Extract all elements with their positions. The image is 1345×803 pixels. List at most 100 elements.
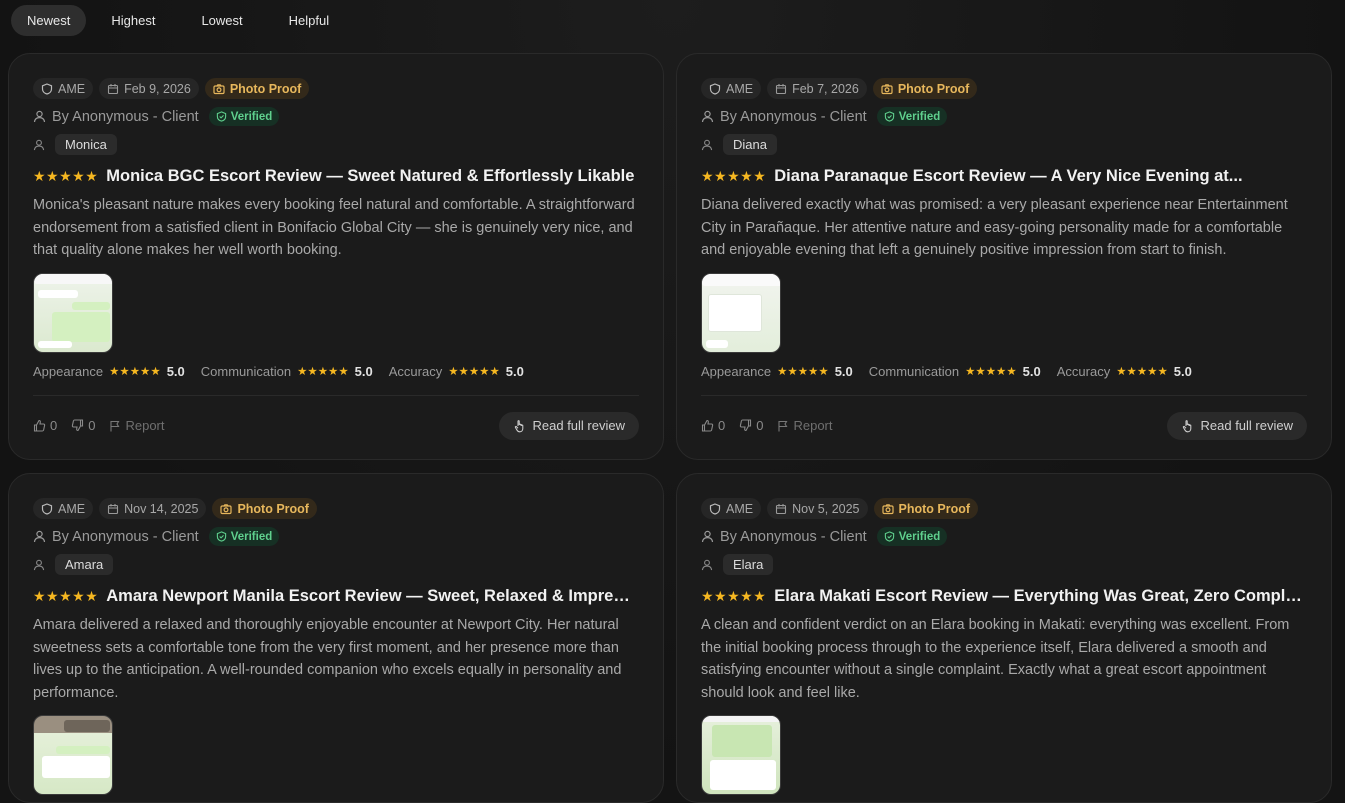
rating-value: 5.0: [1022, 363, 1041, 379]
review-date: Feb 7, 2026: [792, 81, 859, 96]
like-count: 0: [718, 418, 726, 434]
agency-label: AME: [58, 501, 86, 516]
date-chip: Feb 9, 2026: [99, 78, 199, 99]
vote-group: 0 0 Report: [33, 418, 165, 433]
like-button[interactable]: 0: [701, 418, 725, 433]
read-full-review-button[interactable]: Read full review: [498, 411, 639, 440]
verified-label: Verified: [898, 530, 941, 543]
rating-label: Communication: [200, 363, 292, 379]
dislike-button[interactable]: 0: [739, 418, 763, 433]
photo-proof-badge: Photo Proof: [204, 78, 310, 99]
agency-chip: AME: [701, 78, 762, 99]
shield-icon: [41, 82, 53, 95]
thumbs-up-icon: [33, 420, 46, 432]
date-chip: Nov 5, 2025: [767, 498, 868, 519]
proof-thumbnail[interactable]: [33, 272, 113, 353]
title-row: ★★★★★ Monica BGC Escort Review — Sweet N…: [33, 164, 639, 188]
flag-icon: [778, 420, 788, 432]
shield-icon: [709, 82, 721, 95]
rating-label: Accuracy: [1056, 363, 1111, 379]
escort-row: Monica: [33, 134, 639, 155]
review-title[interactable]: Elara Makati Escort Review — Everything …: [774, 587, 1307, 606]
rating-value: 5.0: [834, 363, 853, 379]
rating-accuracy: Accuracy ★★★★★ 5.0: [1057, 364, 1192, 379]
overall-stars: ★★★★★: [701, 587, 767, 604]
user-icon: [33, 110, 46, 123]
sort-tab-lowest[interactable]: Lowest: [180, 5, 263, 36]
dislike-count: 0: [756, 418, 764, 434]
author-row: By Anonymous - Client Verified: [33, 526, 639, 547]
thumbs-up-icon: [701, 420, 714, 432]
category-ratings: Appearance ★★★★★ 5.0 Communication ★★★★★…: [33, 363, 639, 380]
author-row: By Anonymous - Client Verified: [33, 106, 639, 127]
photo-proof-badge: Photo Proof: [873, 498, 979, 519]
rating-stars: ★★★★★: [1116, 366, 1168, 379]
review-body: Monica's pleasant nature makes every boo…: [33, 197, 635, 259]
overall-stars: ★★★★★: [701, 167, 767, 184]
photo-proof-badge: Photo Proof: [212, 498, 317, 519]
user-icon: [33, 139, 45, 150]
escort-name-chip[interactable]: Diana: [723, 134, 777, 155]
rating-value: 5.0: [354, 363, 373, 379]
verified-badge: Verified: [208, 527, 280, 546]
agency-chip: AME: [701, 498, 762, 519]
review-title[interactable]: Monica BGC Escort Review — Sweet Natured…: [106, 167, 634, 186]
rating-stars: ★★★★★: [965, 366, 1017, 379]
rating-value: 5.0: [1173, 363, 1192, 379]
rating-label: Accuracy: [388, 363, 443, 379]
agency-chip: AME: [33, 498, 94, 519]
review-title[interactable]: Amara Newport Manila Escort Review — Swe…: [106, 587, 639, 606]
sort-tabs: Newest Highest Lowest Helpful: [11, 5, 350, 36]
verified-badge: Verified: [876, 107, 948, 126]
thumbs-down-icon: [72, 419, 84, 432]
rating-stars: ★★★★★: [109, 366, 161, 379]
proof-thumbnail[interactable]: [701, 272, 781, 353]
photo-proof-label: Photo Proof: [237, 501, 309, 516]
review-meta: AME Feb 9, 2026 Photo Proof: [33, 78, 639, 99]
proof-thumbnail[interactable]: [701, 715, 781, 796]
review-card: AME Feb 9, 2026 Photo Proof By Anonymous…: [8, 53, 664, 460]
title-row: ★★★★★ Amara Newport Manila Escort Review…: [33, 584, 639, 608]
review-date: Feb 9, 2026: [124, 81, 191, 96]
agency-label: AME: [726, 81, 754, 96]
rating-value: 5.0: [166, 363, 185, 379]
user-icon: [33, 530, 46, 543]
title-row: ★★★★★ Elara Makati Escort Review — Every…: [701, 584, 1307, 608]
escort-name-chip[interactable]: Elara: [723, 554, 774, 575]
rating-stars: ★★★★★: [448, 366, 500, 379]
agency-label: AME: [726, 501, 754, 516]
action-row: 0 0 Report Read full review: [701, 396, 1307, 456]
review-title[interactable]: Diana Paranaque Escort Review — A Very N…: [774, 167, 1242, 186]
category-ratings: Appearance ★★★★★ 5.0 Communication ★★★★★…: [701, 363, 1307, 380]
read-full-review-button[interactable]: Read full review: [1166, 411, 1307, 440]
user-icon: [701, 110, 714, 123]
review-card: AME Nov 5, 2025 Photo Proof By Anonymous…: [676, 473, 1332, 803]
like-button[interactable]: 0: [33, 418, 57, 433]
vote-group: 0 0 Report: [701, 418, 833, 433]
report-button[interactable]: Report: [777, 418, 833, 433]
photo-proof-label: Photo Proof: [898, 501, 971, 516]
proof-thumbnail[interactable]: [33, 715, 113, 796]
review-meta: AME Feb 7, 2026 Photo Proof: [701, 78, 1307, 99]
escort-row: Amara: [33, 554, 639, 575]
author-byline: By Anonymous - Client: [720, 528, 867, 545]
dislike-button[interactable]: 0: [71, 418, 95, 433]
report-button[interactable]: Report: [109, 418, 165, 433]
user-icon: [701, 530, 714, 543]
sort-tab-newest[interactable]: Newest: [11, 5, 87, 36]
calendar-icon: [108, 83, 119, 94]
escort-name-chip[interactable]: Monica: [55, 134, 117, 155]
shield-icon: [41, 502, 53, 515]
verified-label: Verified: [898, 110, 941, 123]
escort-name-chip[interactable]: Amara: [55, 554, 114, 575]
sort-tab-highest[interactable]: Highest: [90, 5, 176, 36]
read-full-review-label: Read full review: [1200, 418, 1294, 434]
title-row: ★★★★★ Diana Paranaque Escort Review — A …: [701, 164, 1307, 188]
rating-label: Appearance: [33, 363, 104, 379]
read-full-review-label: Read full review: [532, 418, 626, 434]
date-chip: Nov 14, 2025: [99, 498, 207, 519]
review-body: Diana delivered exactly what was promise…: [701, 197, 1288, 259]
rating-label: Appearance: [701, 363, 772, 379]
rating-label: Communication: [868, 363, 960, 379]
sort-tab-helpful[interactable]: Helpful: [268, 5, 350, 36]
